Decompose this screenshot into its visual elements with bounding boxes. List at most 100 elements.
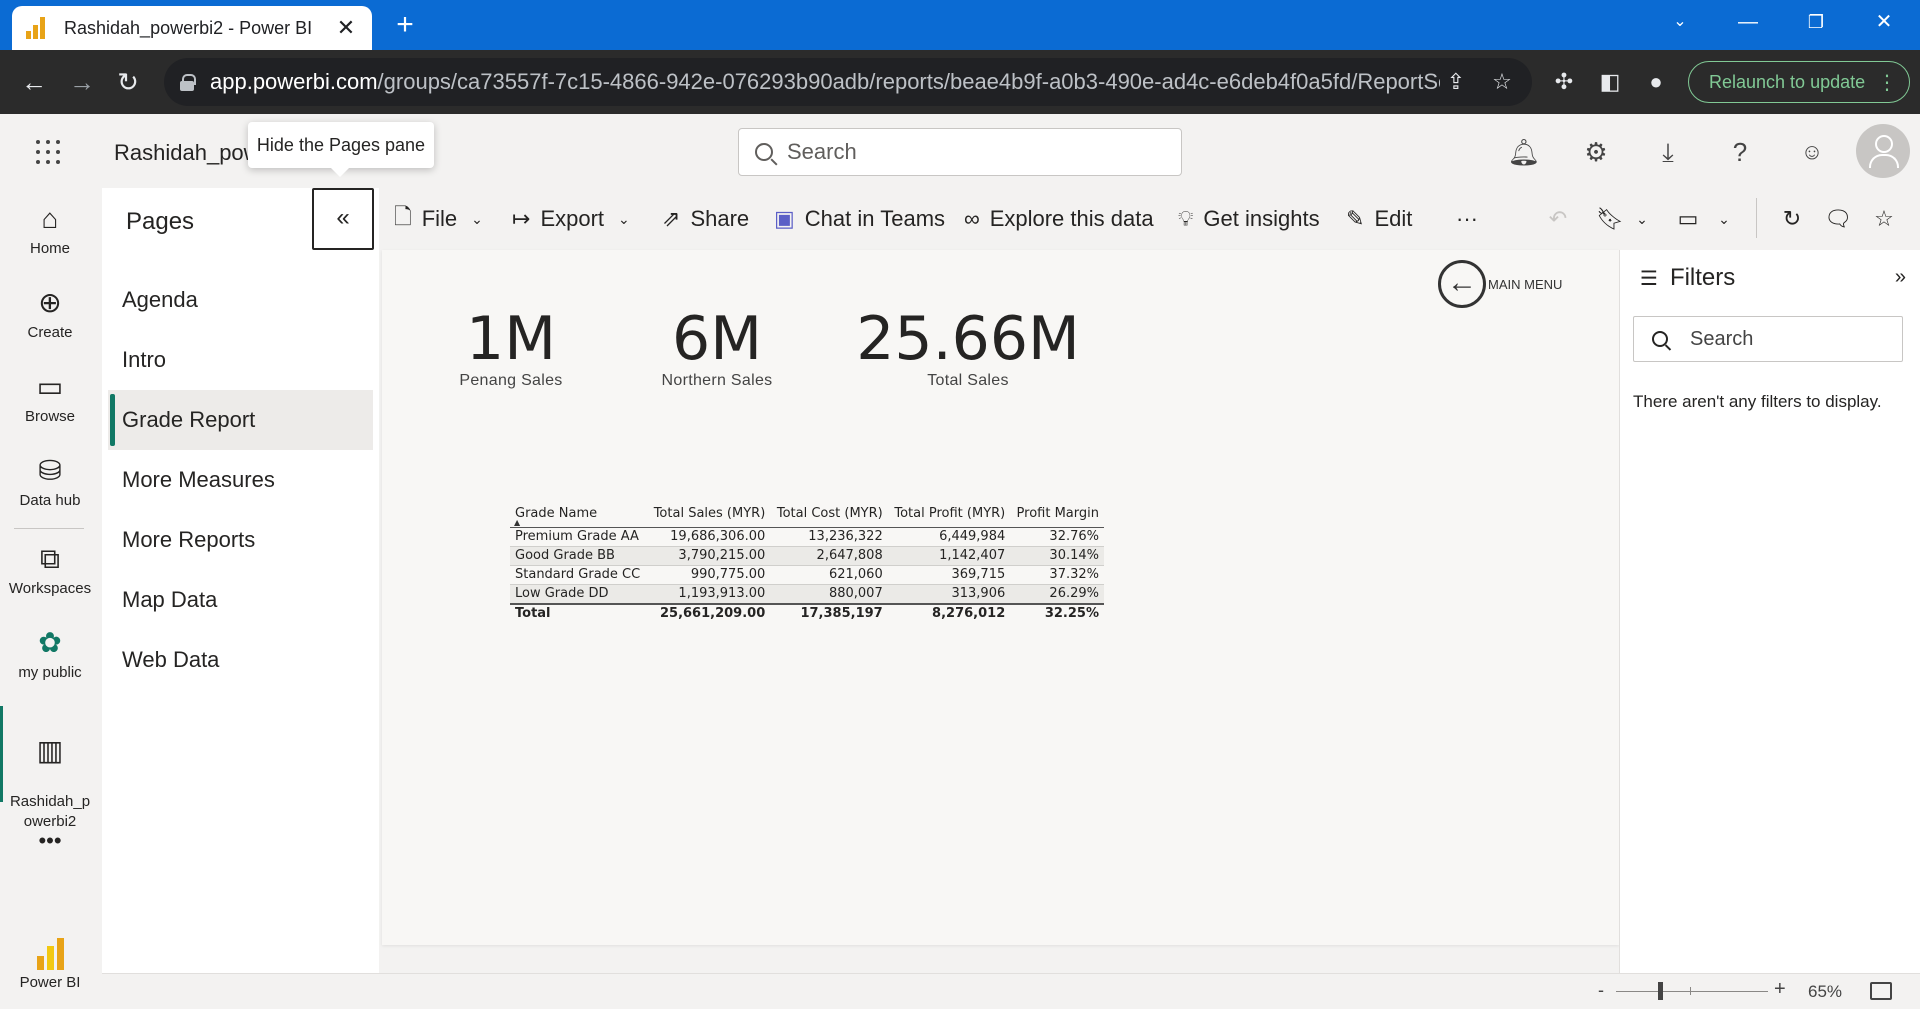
zoom-in-button[interactable]: + xyxy=(1774,978,1786,1001)
table-cell: 19,686,306.00 xyxy=(670,529,766,544)
toolbar-divider xyxy=(1756,198,1757,238)
explore-data-button[interactable]: ∞ Explore this data xyxy=(964,204,1154,234)
table-row[interactable]: Low Grade DD 1,193,913.00 880,007 313,90… xyxy=(510,584,1104,604)
nav-browse[interactable]: ▭ Browse xyxy=(0,370,100,425)
zoom-out-button[interactable]: - xyxy=(1598,980,1604,1001)
file-menu-button[interactable]: 🗋︎ File ⌄ xyxy=(394,204,483,234)
table-row[interactable]: Premium Grade AA 19,686,306.00 13,236,32… xyxy=(510,528,1104,547)
tab-search-chevron-icon[interactable]: ⌄ xyxy=(1646,0,1714,44)
fit-to-page-icon[interactable] xyxy=(1870,982,1892,1000)
relaunch-button[interactable]: Relaunch to update ⋮ xyxy=(1688,61,1910,103)
nav-more[interactable]: ••• xyxy=(0,828,100,854)
reload-icon[interactable]: ↻ xyxy=(108,62,148,102)
url-text: app.powerbi.com/groups/ca73557f-7c15-486… xyxy=(210,69,1440,94)
column-header[interactable]: Total Profit (MYR) xyxy=(888,506,1011,528)
database-icon: ⛁ xyxy=(38,455,62,486)
forward-arrow-icon[interactable]: → xyxy=(62,62,102,102)
share-page-icon[interactable]: ⇪ xyxy=(1440,66,1472,98)
view-icon[interactable]: ▭ xyxy=(1672,204,1704,234)
nav-data-hub[interactable]: ⛁ Data hub xyxy=(0,454,100,509)
column-header[interactable]: Total Cost (MYR) xyxy=(770,506,887,528)
table-row[interactable]: Standard Grade CC 990,775.00 621,060 369… xyxy=(510,566,1104,585)
app-launcher-icon[interactable] xyxy=(36,140,60,164)
plus-circle-icon: ⊕ xyxy=(38,287,62,318)
people-icon: ✿ xyxy=(38,627,62,658)
nav-my-public[interactable]: ✿ my public xyxy=(0,626,100,681)
page-item-more-reports[interactable]: More Reports xyxy=(108,510,373,570)
kpi-card-northern[interactable]: 6M Northern Sales xyxy=(652,306,782,390)
extensions-icon[interactable]: ✣ xyxy=(1548,66,1580,98)
nav-create[interactable]: ⊕ Create xyxy=(0,286,100,341)
collapse-filters-icon[interactable]: » xyxy=(1895,266,1906,289)
global-search-input[interactable]: Search xyxy=(738,128,1182,176)
undo-icon[interactable]: ↶ xyxy=(1542,204,1574,234)
chevron-down-icon[interactable]: ⌄ xyxy=(1626,204,1658,234)
get-insights-button[interactable]: 💡︎ Get insights xyxy=(1178,204,1320,234)
column-header[interactable]: Grade Name ▲ xyxy=(510,506,647,528)
kpi-card-total[interactable]: 25.66M Total Sales xyxy=(852,306,1084,390)
side-panel-icon[interactable]: ◧ xyxy=(1594,66,1626,98)
refresh-icon[interactable]: ↻ xyxy=(1776,204,1808,234)
browser-tab[interactable]: Rashidah_powerbi2 - Power BI ✕ xyxy=(12,6,372,50)
page-item-map-data[interactable]: Map Data xyxy=(108,570,373,630)
grade-report-table[interactable]: Grade Name ▲ Total Sales (MYR) Total Cost… xyxy=(510,506,1104,623)
table-cell: 32.76% xyxy=(1049,529,1099,544)
new-tab-button[interactable]: + xyxy=(388,8,422,42)
back-arrow-circle-icon: ← xyxy=(1438,260,1486,308)
kebab-menu-icon[interactable]: ⋮ xyxy=(1877,70,1897,95)
table-total-row[interactable]: Total 25,661,209.00 17,385,197 8,276,012… xyxy=(510,603,1104,623)
download-icon[interactable]: ⤓ xyxy=(1650,134,1686,170)
table-row[interactable]: Good Grade BB 3,790,215.00 2,647,808 1,1… xyxy=(510,546,1104,566)
help-icon[interactable]: ? xyxy=(1722,134,1758,170)
collapse-pages-button[interactable]: « xyxy=(312,188,374,250)
close-tab-icon[interactable]: ✕ xyxy=(334,15,358,41)
zoom-slider-thumb[interactable] xyxy=(1658,982,1664,1000)
close-window-icon[interactable]: ✕ xyxy=(1850,0,1918,44)
nav-current-report[interactable]: ▥ Rashidah_p owerbi2 xyxy=(0,714,100,832)
bookmark-star-icon[interactable]: ☆ xyxy=(1486,66,1518,98)
chat-in-teams-button[interactable]: ▣ Chat in Teams xyxy=(774,204,945,234)
nav-powerbi-brand[interactable]: Power BI xyxy=(0,936,100,991)
feedback-icon[interactable]: ☺ xyxy=(1794,134,1830,170)
user-avatar[interactable] xyxy=(1856,124,1910,178)
more-options-button[interactable]: ··· xyxy=(1456,204,1478,234)
lock-icon xyxy=(180,74,196,91)
share-button[interactable]: ⇗ Share xyxy=(662,204,749,234)
table-cell: 3,790,215.00 xyxy=(647,546,771,566)
page-item-agenda[interactable]: Agenda xyxy=(108,270,373,330)
main-menu-button[interactable]: ← MAIN MENU xyxy=(1438,260,1562,308)
address-bar[interactable]: app.powerbi.com/groups/ca73557f-7c15-486… xyxy=(164,58,1532,106)
column-header[interactable]: Total Sales (MYR) xyxy=(647,506,770,528)
profile-icon[interactable]: ● xyxy=(1640,66,1672,98)
notifications-bell-icon[interactable]: 🔔︎ xyxy=(1506,134,1542,170)
minimize-icon[interactable]: — xyxy=(1714,0,1782,44)
back-arrow-icon[interactable]: ← xyxy=(14,62,54,102)
export-menu-button[interactable]: ↦ Export ⌄ xyxy=(512,204,630,234)
edit-button[interactable]: ✎ Edit xyxy=(1346,204,1412,234)
page-item-web-data[interactable]: Web Data xyxy=(108,630,373,690)
zoom-slider[interactable] xyxy=(1616,991,1768,992)
zoom-level: 65% xyxy=(1808,982,1843,1001)
nav-workspaces[interactable]: ⧉ Workspaces xyxy=(0,542,100,597)
restore-icon[interactable]: ❐ xyxy=(1782,0,1850,44)
share-icon: ⇗ xyxy=(662,206,681,231)
bookmark-icon[interactable]: 🔖︎ xyxy=(1594,204,1626,234)
sort-ascending-icon: ▲ xyxy=(514,518,521,527)
page-item-intro[interactable]: Intro xyxy=(108,330,373,390)
filter-search-input[interactable]: Search xyxy=(1633,316,1903,362)
table-cell: 32.25% xyxy=(1010,603,1104,623)
left-nav: ⌂ Home ⊕ Create ▭ Browse ⛁ Data hub ⧉ Wo… xyxy=(0,188,100,1009)
column-header[interactable]: Profit Margin xyxy=(1010,506,1104,528)
table-cell: 13,236,322 xyxy=(808,529,883,544)
settings-gear-icon[interactable]: ⚙ xyxy=(1578,134,1614,170)
table-header-row: Grade Name ▲ Total Sales (MYR) Total Cost… xyxy=(510,506,1104,528)
comment-icon[interactable]: 🗨︎ xyxy=(1822,204,1854,234)
page-item-grade-report[interactable]: Grade Report xyxy=(108,390,373,450)
nav-home[interactable]: ⌂ Home xyxy=(0,202,100,257)
chevron-down-icon[interactable]: ⌄ xyxy=(1708,204,1740,234)
binoculars-icon: ∞ xyxy=(964,206,980,231)
table-cell: Standard Grade CC xyxy=(515,567,641,582)
favorite-star-icon[interactable]: ☆ xyxy=(1868,204,1900,234)
kpi-card-penang[interactable]: 1M Penang Sales xyxy=(456,306,566,390)
page-item-more-measures[interactable]: More Measures xyxy=(108,450,373,510)
